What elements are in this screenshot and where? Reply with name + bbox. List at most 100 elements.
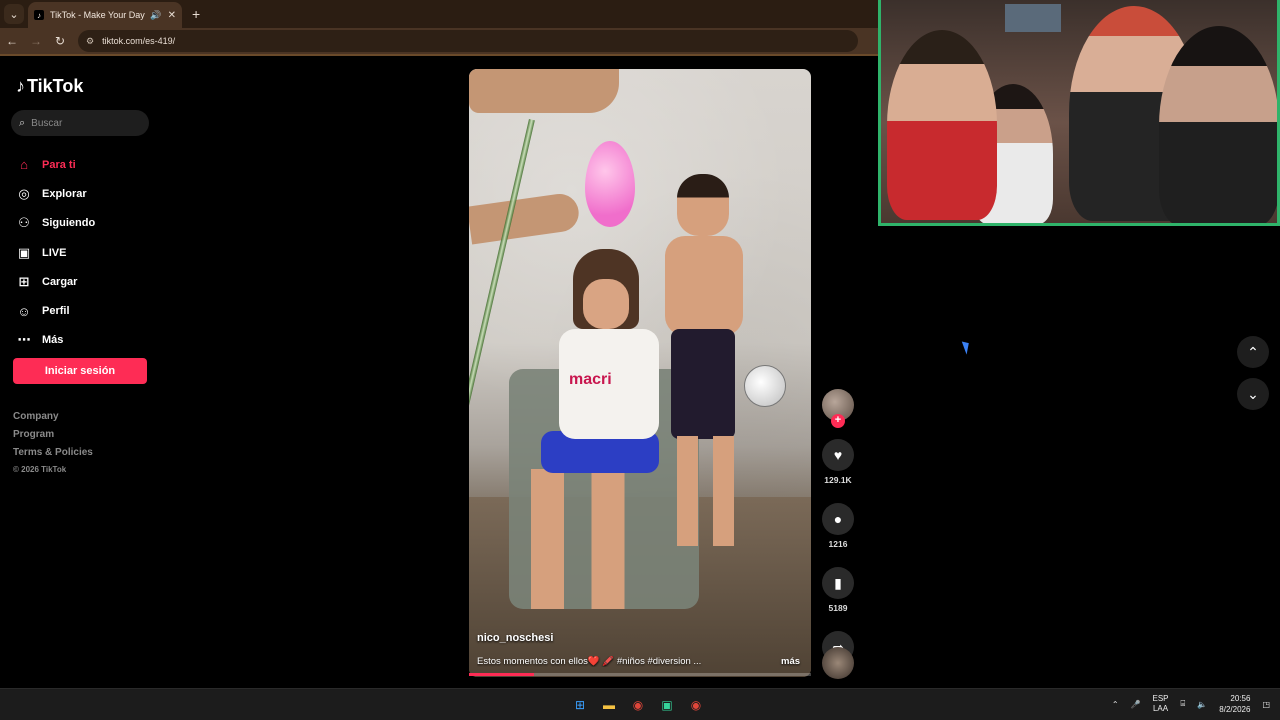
language-indicator[interactable]: ESP LAA — [1153, 694, 1169, 714]
profile-icon: ☺ — [17, 303, 31, 319]
sidebar-item-label: Cargar — [42, 275, 78, 288]
search-icon: ⌕ — [19, 116, 26, 129]
tiktok-favicon-icon: ♪ — [34, 10, 44, 20]
copyright: © 2026 TikTok — [13, 465, 67, 474]
footer-link-program[interactable]: Program — [13, 429, 93, 447]
volume-icon[interactable]: 🔈 — [1197, 700, 1207, 709]
follow-plus-icon[interactable]: + — [831, 414, 845, 428]
heart-icon[interactable]: ♥ — [822, 439, 854, 471]
chevron-up-icon[interactable]: ⌃ — [1112, 700, 1119, 709]
sidebar-item-label: Explorar — [42, 187, 87, 200]
comment-action: ● 1216 — [822, 503, 854, 549]
sidebar-item-live[interactable]: ▣ LIVE — [16, 238, 95, 267]
footer-links: Company Program Terms & Policies © 2026 … — [13, 411, 93, 483]
forward-button[interactable]: → — [24, 34, 48, 48]
chrome-icon[interactable]: ◉ — [628, 695, 648, 715]
video-player[interactable]: macri — [469, 69, 811, 677]
compass-icon: ◎ — [18, 185, 30, 201]
sidebar: ♪ TikTok ⌕ Buscar ⌂ Para ti ◎ Explorar ⚇… — [0, 58, 180, 688]
jersey-text: macri — [569, 371, 612, 388]
footer-link-company[interactable]: Company — [13, 411, 93, 429]
like-count: 129.1K — [824, 475, 852, 485]
save-count: 5189 — [828, 603, 848, 613]
next-video-button[interactable]: ⌄ — [1237, 378, 1269, 410]
video-seated-kid-shirt: macri — [559, 329, 659, 439]
webcam-poster — [1005, 4, 1061, 32]
video-standing-kid — [659, 174, 749, 554]
video-seated-kid-legs — [531, 469, 641, 609]
sidebar-item-label: Perfil — [42, 305, 70, 318]
video-username[interactable]: nico_noschesi — [477, 632, 553, 644]
creator-avatar[interactable]: + — [822, 389, 854, 428]
video-balloon — [585, 141, 635, 227]
video-progress-fill — [469, 673, 534, 676]
previous-video-button[interactable]: ⌃ — [1237, 336, 1269, 368]
bookmark-icon[interactable]: ▮ — [822, 567, 854, 599]
tiktok-logo-icon: ♪ — [16, 76, 25, 96]
sidebar-nav: ⌂ Para ti ◎ Explorar ⚇ Siguiendo ▣ LIVE … — [16, 150, 95, 355]
taskbar: ⊞ ▬ ◉ ▣ ◉ ⌃ 🎤 ESP LAA ⌸ 🔈 20:56 8/2/2026… — [0, 688, 1280, 720]
sidebar-item-para-ti[interactable]: ⌂ Para ti — [16, 150, 95, 179]
taskbar-apps: ⊞ ▬ ◉ ▣ ◉ — [570, 695, 706, 715]
chevron-up-icon: ⌃ — [1247, 343, 1259, 360]
new-tab-button[interactable]: + — [192, 6, 200, 22]
chevron-down-icon: ⌄ — [9, 8, 19, 21]
tiktok-logo[interactable]: ♪ TikTok — [16, 76, 83, 97]
webcam-overlay — [878, 0, 1280, 226]
video-caption: Estos momentos con ellos❤️ 🖍️ #niños #di… — [477, 656, 702, 667]
browser-tab[interactable]: ♪ TikTok - Make Your Day 🔊 ✕ — [28, 2, 182, 28]
caption-more-button[interactable]: más — [781, 656, 800, 667]
tab-title: TikTok - Make Your Day — [50, 10, 145, 20]
notification-icon[interactable]: ◳ — [1262, 700, 1270, 709]
speaker-icon[interactable]: 🔊 — [150, 10, 161, 21]
home-icon: ⌂ — [20, 157, 28, 173]
video-standing-kid-legs — [677, 436, 737, 546]
search-input[interactable]: ⌕ Buscar — [11, 110, 149, 136]
music-disc-icon[interactable] — [822, 647, 854, 679]
chrome-profile-icon[interactable]: ◉ — [686, 695, 706, 715]
browser-toolbar: ← → ↻ ⚙ tiktok.com/es-419/ — [0, 28, 880, 56]
language-top: ESP — [1152, 694, 1169, 703]
network-icon[interactable]: ⌸ — [1181, 699, 1186, 709]
windows-start-icon[interactable]: ⊞ — [570, 695, 590, 715]
comment-count: 1216 — [828, 539, 848, 549]
sidebar-item-perfil[interactable]: ☺ Perfil — [16, 296, 95, 325]
sidebar-item-label: Para ti — [42, 158, 76, 171]
microphone-icon[interactable]: 🎤 — [1131, 700, 1141, 709]
video-progress-bar[interactable] — [469, 673, 811, 676]
login-button[interactable]: Iniciar sesión — [13, 358, 147, 384]
url-text: tiktok.com/es-419/ — [102, 36, 176, 46]
tab-search-button[interactable]: ⌄ — [4, 4, 24, 24]
sidebar-item-explorar[interactable]: ◎ Explorar — [16, 179, 95, 208]
more-icon: ⋯ — [17, 332, 31, 348]
footer-link-terms[interactable]: Terms & Policies — [13, 447, 93, 465]
system-tray: ⌃ 🎤 ESP LAA ⌸ 🔈 20:56 8/2/2026 ◳ — [1112, 693, 1270, 715]
sidebar-item-label: Más — [42, 334, 64, 347]
app-icon[interactable]: ▣ — [657, 695, 677, 715]
address-bar[interactable]: ⚙ tiktok.com/es-419/ — [78, 30, 858, 52]
upload-icon: ⊞ — [18, 273, 30, 289]
search-placeholder: Buscar — [31, 117, 63, 129]
sidebar-item-mas[interactable]: ⋯ Más — [16, 326, 95, 355]
back-button[interactable]: ← — [0, 34, 24, 48]
sidebar-item-label: Siguiendo — [42, 217, 96, 230]
save-action: ▮ 5189 — [822, 567, 854, 613]
sidebar-item-cargar[interactable]: ⊞ Cargar — [16, 267, 95, 296]
sidebar-item-siguiendo[interactable]: ⚇ Siguiendo — [16, 209, 95, 238]
file-explorer-icon[interactable]: ▬ — [599, 695, 619, 715]
clock-time: 20:56 — [1230, 694, 1251, 703]
sidebar-item-label: LIVE — [42, 246, 67, 259]
video-soccer-ball — [744, 365, 786, 407]
webcam-person — [887, 30, 997, 220]
reload-button[interactable]: ↻ — [48, 34, 72, 48]
webcam-person — [1159, 26, 1277, 223]
video-standing-kid-shorts — [671, 329, 735, 439]
live-icon: ▣ — [17, 244, 31, 260]
comment-icon[interactable]: ● — [822, 503, 854, 535]
tune-icon[interactable]: ⚙ — [86, 36, 94, 47]
video-seated-kid: macri — [531, 249, 669, 609]
clock[interactable]: 20:56 8/2/2026 — [1219, 693, 1250, 715]
close-icon[interactable]: ✕ — [168, 10, 176, 21]
mouse-cursor-icon — [961, 339, 973, 355]
logo-text: TikTok — [27, 76, 84, 96]
